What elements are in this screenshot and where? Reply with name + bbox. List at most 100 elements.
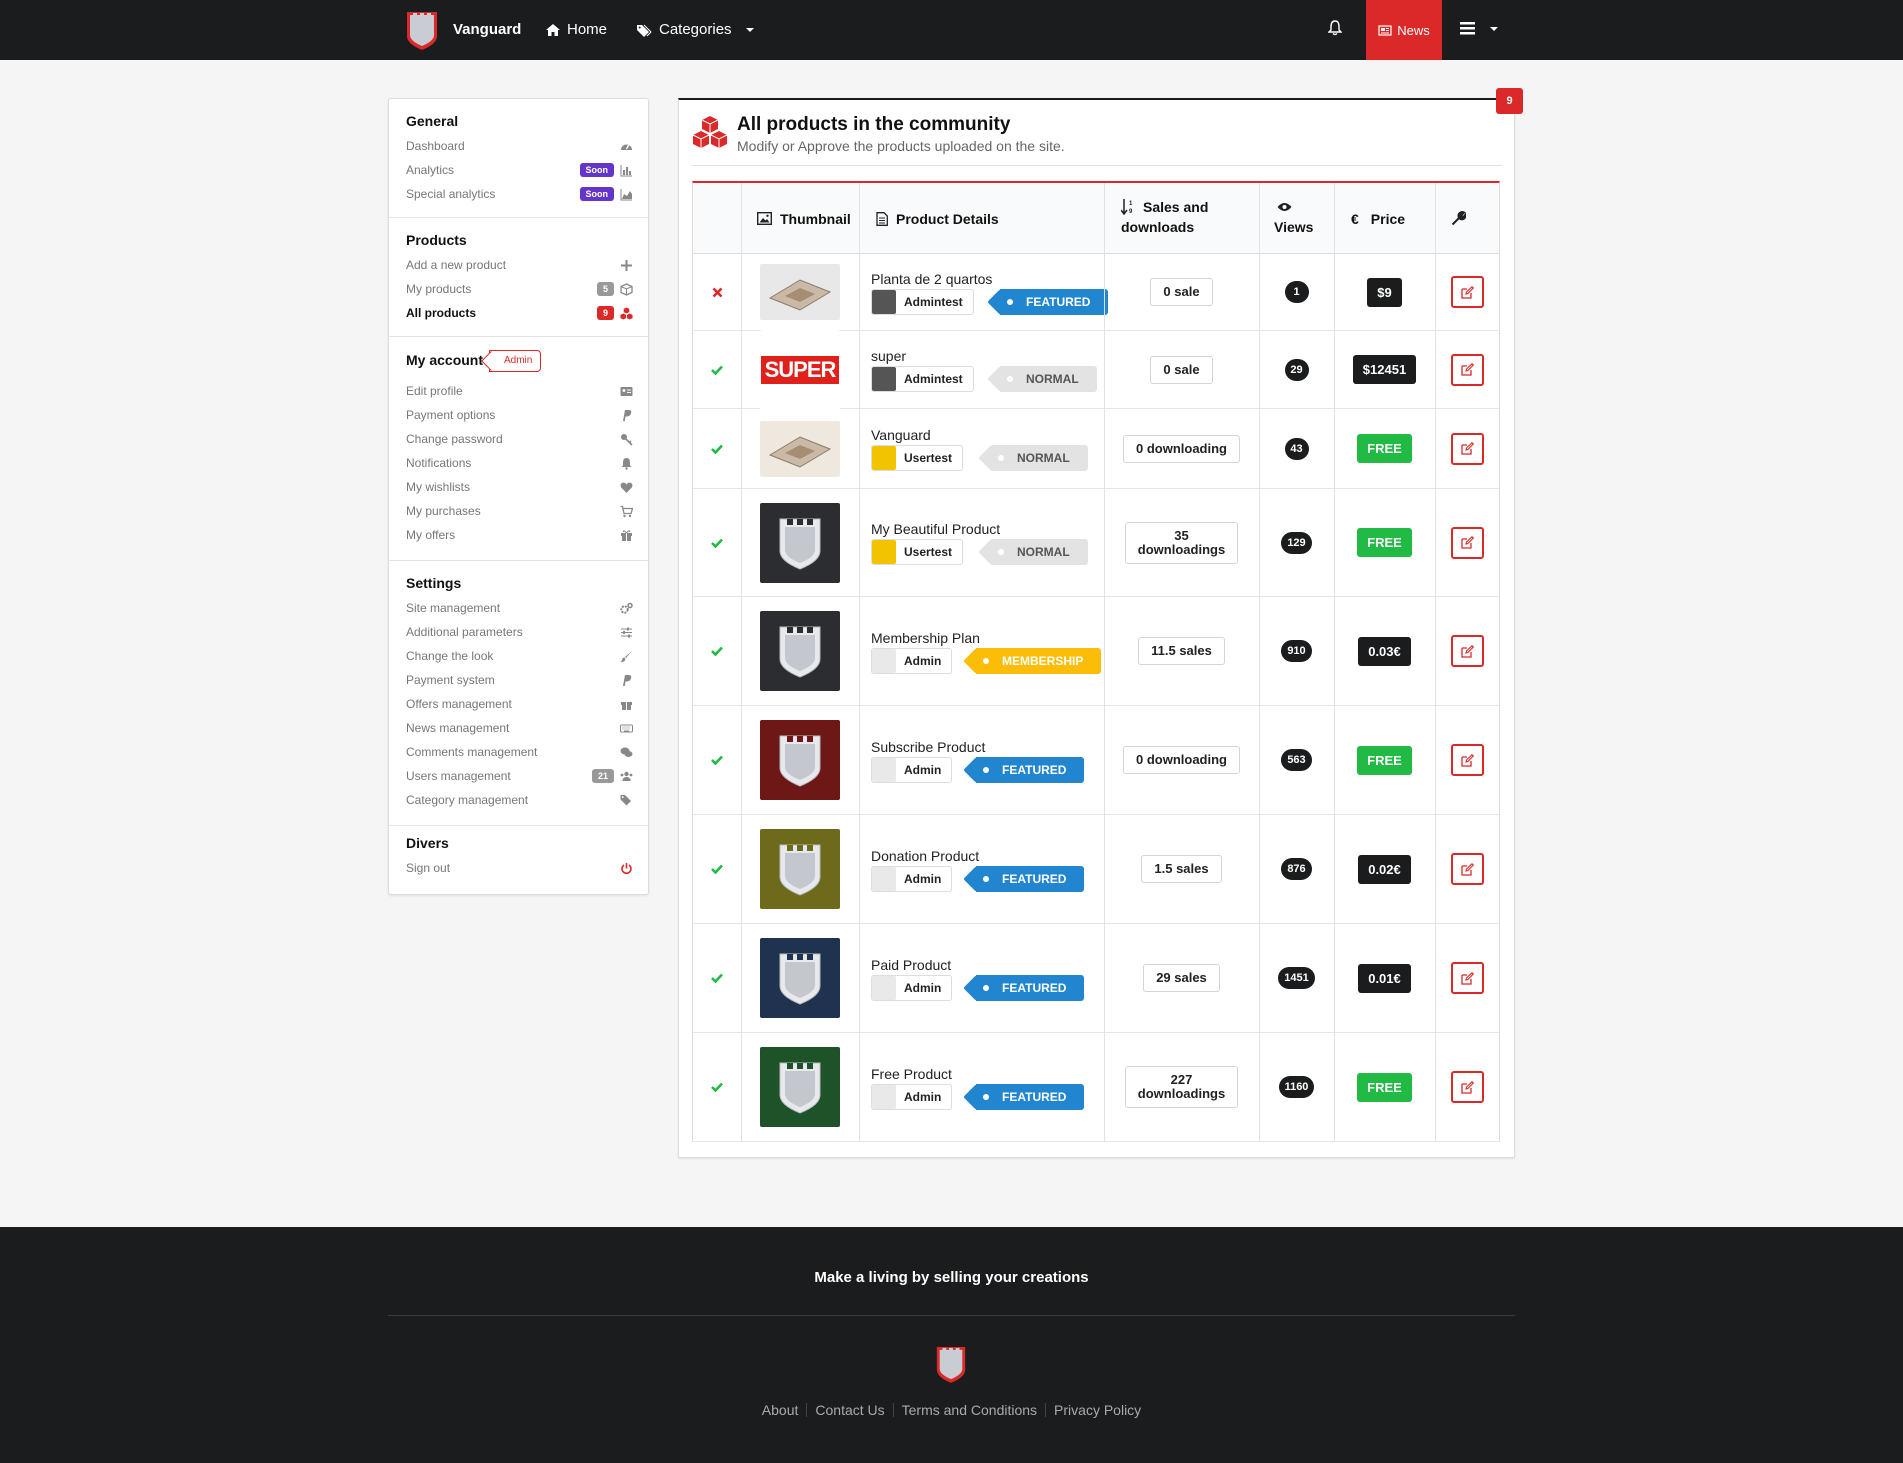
column-header-label: Thumbnail — [780, 210, 851, 227]
product-thumbnail[interactable] — [760, 502, 840, 583]
products-table: Thumbnail Product Details 19 Sales and d… — [692, 181, 1500, 1142]
edit-button[interactable] — [1450, 353, 1484, 386]
edit-button[interactable] — [1450, 432, 1484, 465]
sidebar-item-label: Add a new product — [406, 258, 507, 272]
sidebar-item-special-analytics[interactable]: Special analytics Soon — [406, 182, 633, 206]
uploader-chip[interactable]: Usertest — [871, 539, 964, 565]
approved-check-icon[interactable] — [711, 365, 723, 375]
sidebar-item-payment-system[interactable]: Payment system — [406, 668, 633, 692]
approved-check-icon[interactable] — [711, 646, 723, 656]
uploader-chip[interactable]: Admin — [871, 757, 953, 783]
sidebar-item-my-products[interactable]: My products 5 — [406, 277, 633, 301]
sidebar-item-change-password[interactable]: Change password — [406, 427, 633, 451]
product-name[interactable]: Planta de 2 quartos — [871, 271, 992, 287]
sidebar-item-purchases[interactable]: My purchases — [406, 499, 633, 523]
edit-button[interactable] — [1450, 276, 1484, 308]
sidebar-item-analytics[interactable]: Analytics Soon — [406, 158, 633, 182]
edit-button[interactable] — [1450, 1071, 1484, 1103]
price-cell: FREE — [1334, 1033, 1435, 1141]
product-thumbnail[interactable] — [760, 938, 840, 1018]
uploader-chip[interactable]: Admintest — [871, 289, 974, 315]
product-name[interactable]: Subscribe Product — [871, 739, 985, 755]
footer-link-terms[interactable]: Terms and Conditions — [892, 1403, 1045, 1417]
product-name[interactable]: Vanguard — [871, 427, 931, 443]
sidebar-item-offers[interactable]: My offers — [406, 523, 633, 547]
thumbnail-cell — [741, 489, 859, 596]
product-thumbnail[interactable] — [760, 720, 840, 800]
product-name[interactable]: super — [871, 348, 906, 364]
approved-check-icon[interactable] — [711, 973, 723, 983]
sidebar-item-payment-options[interactable]: Payment options — [406, 403, 633, 427]
reject-x-icon[interactable] — [712, 287, 723, 298]
footer-link-privacy[interactable]: Privacy Policy — [1045, 1403, 1149, 1417]
uploader-name: Admintest — [904, 372, 963, 386]
column-header-thumbnail[interactable]: Thumbnail — [757, 183, 851, 254]
sidebar-item-comments-management[interactable]: Comments management — [406, 740, 633, 764]
price-label: FREE — [1357, 745, 1412, 775]
sidebar-item-sign-out[interactable]: Sign out — [406, 856, 633, 880]
edit-button[interactable] — [1450, 635, 1484, 667]
sidebar-item-notifications[interactable]: Notifications — [406, 451, 633, 475]
product-tag-label: MEMBERSHIP — [1002, 654, 1084, 668]
product-thumbnail[interactable] — [760, 420, 840, 477]
product-tag-label: NORMAL — [1026, 372, 1079, 386]
thumbnail-cell — [741, 815, 859, 923]
uploader-chip[interactable]: Admintest — [871, 366, 974, 392]
product-name[interactable]: Donation Product — [871, 848, 979, 864]
uploader-chip[interactable]: Admin — [871, 648, 953, 674]
uploader-chip[interactable]: Usertest — [871, 445, 964, 471]
sidebar-item-additional-parameters[interactable]: Additional parameters — [406, 620, 633, 644]
product-thumbnail[interactable]: SUPER — [760, 329, 840, 410]
column-header-views[interactable]: Views — [1274, 183, 1318, 254]
product-thumbnail[interactable] — [760, 611, 840, 691]
sidebar-item-wishlists[interactable]: My wishlists — [406, 475, 633, 499]
brand-name[interactable]: Vanguard — [453, 0, 521, 60]
product-thumbnail[interactable] — [760, 264, 840, 320]
uploader-chip[interactable]: Admin — [871, 975, 953, 1001]
product-tag: NORMAL — [991, 539, 1088, 565]
shield-logo-icon[interactable] — [404, 8, 440, 52]
sidebar-item-label: Payment system — [406, 673, 495, 687]
user-menu-dropdown[interactable] — [1460, 22, 1499, 35]
news-button[interactable]: News — [1366, 0, 1442, 60]
sidebar-item-category-management[interactable]: Category management — [406, 788, 633, 812]
column-header-price[interactable]: € Price — [1351, 183, 1405, 254]
bell-icon — [621, 457, 632, 470]
product-name[interactable]: Membership Plan — [871, 630, 980, 646]
edit-button[interactable] — [1450, 853, 1484, 885]
nav-categories[interactable]: Categories — [637, 0, 755, 60]
product-name[interactable]: Free Product — [871, 1066, 952, 1082]
nav-home[interactable]: Home — [546, 0, 607, 60]
sidebar-item-all-products[interactable]: All products 9 — [406, 301, 633, 325]
footer-link-about[interactable]: About — [754, 1403, 807, 1417]
uploader-chip[interactable]: Admin — [871, 866, 953, 892]
notifications-bell-icon[interactable] — [1328, 20, 1342, 36]
approved-check-icon[interactable] — [711, 1082, 723, 1092]
sidebar-item-site-management[interactable]: Site management — [406, 596, 633, 620]
sidebar-item-offers-management[interactable]: Offers management — [406, 692, 633, 716]
edit-button[interactable] — [1450, 526, 1484, 559]
approved-check-icon[interactable] — [711, 444, 723, 454]
sidebar-item-edit-profile[interactable]: Edit profile — [406, 379, 633, 403]
sidebar-item-users-management[interactable]: Users management 21 — [406, 764, 633, 788]
actions-cell — [1435, 254, 1499, 330]
sidebar-item-news-management[interactable]: News management — [406, 716, 633, 740]
edit-button[interactable] — [1450, 744, 1484, 776]
approved-check-icon[interactable] — [711, 755, 723, 765]
product-name[interactable]: Paid Product — [871, 957, 951, 973]
product-thumbnail[interactable] — [760, 1047, 840, 1127]
shield-logo-icon[interactable] — [934, 1342, 968, 1386]
column-header-sales[interactable]: 19 Sales and downloads — [1121, 183, 1241, 254]
footer-link-contact[interactable]: Contact Us — [806, 1403, 892, 1417]
approved-check-icon[interactable] — [711, 864, 723, 874]
uploader-chip[interactable]: Admin — [871, 1084, 953, 1110]
edit-button[interactable] — [1450, 962, 1484, 994]
column-header-details[interactable]: Product Details — [876, 183, 999, 254]
sidebar-item-change-look[interactable]: Change the look — [406, 644, 633, 668]
approved-check-icon[interactable] — [711, 538, 723, 548]
sidebar-item-dashboard[interactable]: Dashboard — [406, 134, 633, 158]
views-count: 1451 — [1278, 967, 1315, 989]
sidebar-item-add-product[interactable]: Add a new product — [406, 253, 633, 277]
product-name[interactable]: My Beautiful Product — [871, 521, 1000, 537]
product-thumbnail[interactable] — [760, 829, 840, 909]
